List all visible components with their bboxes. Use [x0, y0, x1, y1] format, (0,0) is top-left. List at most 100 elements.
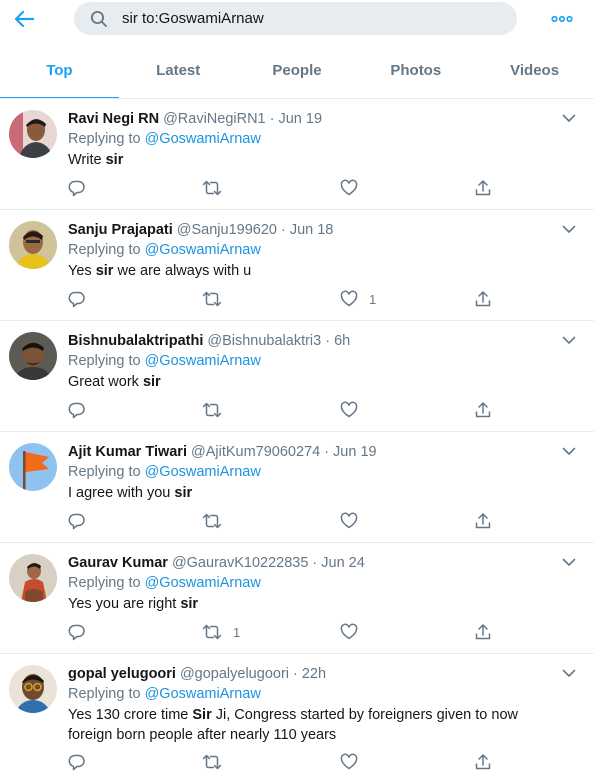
search-icon	[89, 9, 109, 29]
like-icon	[340, 401, 358, 419]
retweet-button[interactable]	[202, 178, 233, 198]
author-name[interactable]: Bishnubalaktripathi	[68, 333, 203, 349]
tweet-content: Ravi Negi RN @RaviNegiRN1 · Jun 19 Replying…	[68, 109, 554, 170]
like-button[interactable]	[340, 178, 369, 198]
tweet-time[interactable]: 6h	[334, 333, 350, 349]
mention-link[interactable]: @GoswamiArnaw	[145, 131, 261, 147]
avatar[interactable]	[9, 665, 57, 713]
more-options-button[interactable]	[549, 9, 575, 29]
tweet[interactable]: Sanju Prajapati @Sanju199620 · Jun 18 Reply…	[0, 210, 594, 321]
tab-videos[interactable]: Videos	[475, 49, 594, 99]
tab-top[interactable]: Top	[0, 49, 119, 99]
search-input[interactable]	[122, 10, 482, 27]
replying-to: Replying to @GoswamiArnaw	[68, 129, 554, 150]
reply-button[interactable]	[68, 752, 97, 772]
tweet-text: Write sir	[68, 150, 554, 170]
mention-link[interactable]: @GoswamiArnaw	[145, 464, 261, 480]
author-handle[interactable]: @Bishnubalaktri3	[207, 333, 321, 349]
like-button[interactable]	[340, 400, 369, 420]
tweet-menu-button[interactable]	[560, 333, 578, 347]
reply-button[interactable]	[68, 400, 97, 420]
tab-people[interactable]: People	[238, 49, 357, 99]
avatar[interactable]	[9, 332, 57, 380]
search-box[interactable]	[74, 2, 517, 35]
text-part: Great work	[68, 374, 143, 390]
like-button[interactable]	[340, 622, 369, 642]
tweet-menu-button[interactable]	[560, 555, 578, 569]
like-icon	[340, 512, 358, 530]
mention-link[interactable]: @GoswamiArnaw	[145, 353, 261, 369]
tweet-time[interactable]: 22h	[302, 666, 326, 682]
tab-latest[interactable]: Latest	[119, 49, 238, 99]
highlighted-keyword: sir	[174, 485, 193, 501]
share-button[interactable]	[474, 289, 492, 309]
mention-link[interactable]: @GoswamiArnaw	[145, 686, 261, 702]
reply-button[interactable]	[68, 511, 97, 531]
share-button[interactable]	[474, 400, 492, 420]
tweet-content: Ajit Kumar Tiwari @AjitKum79060274 · Jun 19…	[68, 442, 554, 503]
mention-link[interactable]: @GoswamiArnaw	[145, 242, 261, 258]
reply-icon	[68, 512, 86, 530]
tweet-menu-button[interactable]	[560, 666, 578, 680]
reply-button[interactable]	[68, 289, 97, 309]
like-button[interactable]: 1	[340, 289, 376, 309]
retweet-button[interactable]	[202, 400, 233, 420]
tweet[interactable]: Ravi Negi RN @RaviNegiRN1 · Jun 19 Replying…	[0, 99, 594, 210]
author-name[interactable]: Sanju Prajapati	[68, 222, 173, 238]
author-name[interactable]: Ravi Negi RN	[68, 111, 159, 127]
tweet-content: gopal yelugoori @gopalyelugoori · 22h Reply…	[68, 664, 554, 745]
highlighted-keyword: sir	[180, 596, 199, 612]
tweet-text: Yes you are right sir	[68, 594, 554, 614]
share-icon	[474, 179, 492, 197]
tweet[interactable]: gopal yelugoori @gopalyelugoori · 22h Reply…	[0, 654, 594, 773]
author-handle[interactable]: @gopalyelugoori	[180, 666, 289, 682]
replying-label: Replying to	[68, 353, 145, 369]
avatar[interactable]	[9, 221, 57, 269]
author-handle[interactable]: @RaviNegiRN1	[163, 111, 266, 127]
reply-button[interactable]	[68, 178, 97, 198]
retweet-button[interactable]	[202, 752, 233, 772]
share-icon	[474, 401, 492, 419]
author-handle[interactable]: @GauravK10222835	[172, 555, 308, 571]
author-handle[interactable]: @AjitKum79060274	[191, 444, 320, 460]
tab-photos[interactable]: Photos	[356, 49, 475, 99]
share-button[interactable]	[474, 752, 492, 772]
highlighted-keyword: Sir	[192, 707, 212, 723]
tweet[interactable]: Ajit Kumar Tiwari @AjitKum79060274 · Jun 19…	[0, 432, 594, 543]
tweet-time[interactable]: Jun 24	[321, 555, 365, 571]
retweet-button[interactable]: 1	[202, 622, 240, 642]
highlighted-keyword: sir	[95, 263, 114, 279]
share-button[interactable]	[474, 511, 492, 531]
mention-link[interactable]: @GoswamiArnaw	[145, 575, 261, 591]
tweet[interactable]: Bishnubalaktripathi @Bishnubalaktri3 · 6h R…	[0, 321, 594, 432]
tweet-time[interactable]: Jun 18	[290, 222, 334, 238]
reply-button[interactable]	[68, 622, 97, 642]
tweet-header: gopal yelugoori @gopalyelugoori · 22h	[68, 664, 554, 684]
author-name[interactable]: gopal yelugoori	[68, 666, 176, 682]
retweet-button[interactable]	[202, 511, 233, 531]
share-button[interactable]	[474, 178, 492, 198]
reply-icon	[68, 623, 86, 641]
author-name[interactable]: Ajit Kumar Tiwari	[68, 444, 187, 460]
tweet-time[interactable]: Jun 19	[333, 444, 377, 460]
author-handle[interactable]: @Sanju199620	[177, 222, 277, 238]
tweet-menu-button[interactable]	[560, 444, 578, 458]
replying-to: Replying to @GoswamiArnaw	[68, 240, 554, 261]
separator-dot: ·	[280, 222, 286, 238]
retweet-button[interactable]	[202, 289, 233, 309]
avatar[interactable]	[9, 554, 57, 602]
tweet-menu-button[interactable]	[560, 111, 578, 125]
like-button[interactable]	[340, 511, 369, 531]
tweet-text: Yes 130 crore time Sir Ji, Congress star…	[68, 705, 554, 745]
chevron-down-icon	[562, 447, 576, 456]
share-button[interactable]	[474, 622, 492, 642]
like-button[interactable]	[340, 752, 369, 772]
author-name[interactable]: Gaurav Kumar	[68, 555, 168, 571]
avatar[interactable]	[9, 443, 57, 491]
tweet-time[interactable]: Jun 19	[278, 111, 322, 127]
tweet-menu-button[interactable]	[560, 222, 578, 236]
back-button[interactable]	[10, 6, 38, 32]
share-icon	[474, 512, 492, 530]
tweet[interactable]: Gaurav Kumar @GauravK10222835 · Jun 24 Repl…	[0, 543, 594, 654]
avatar[interactable]	[9, 110, 57, 158]
